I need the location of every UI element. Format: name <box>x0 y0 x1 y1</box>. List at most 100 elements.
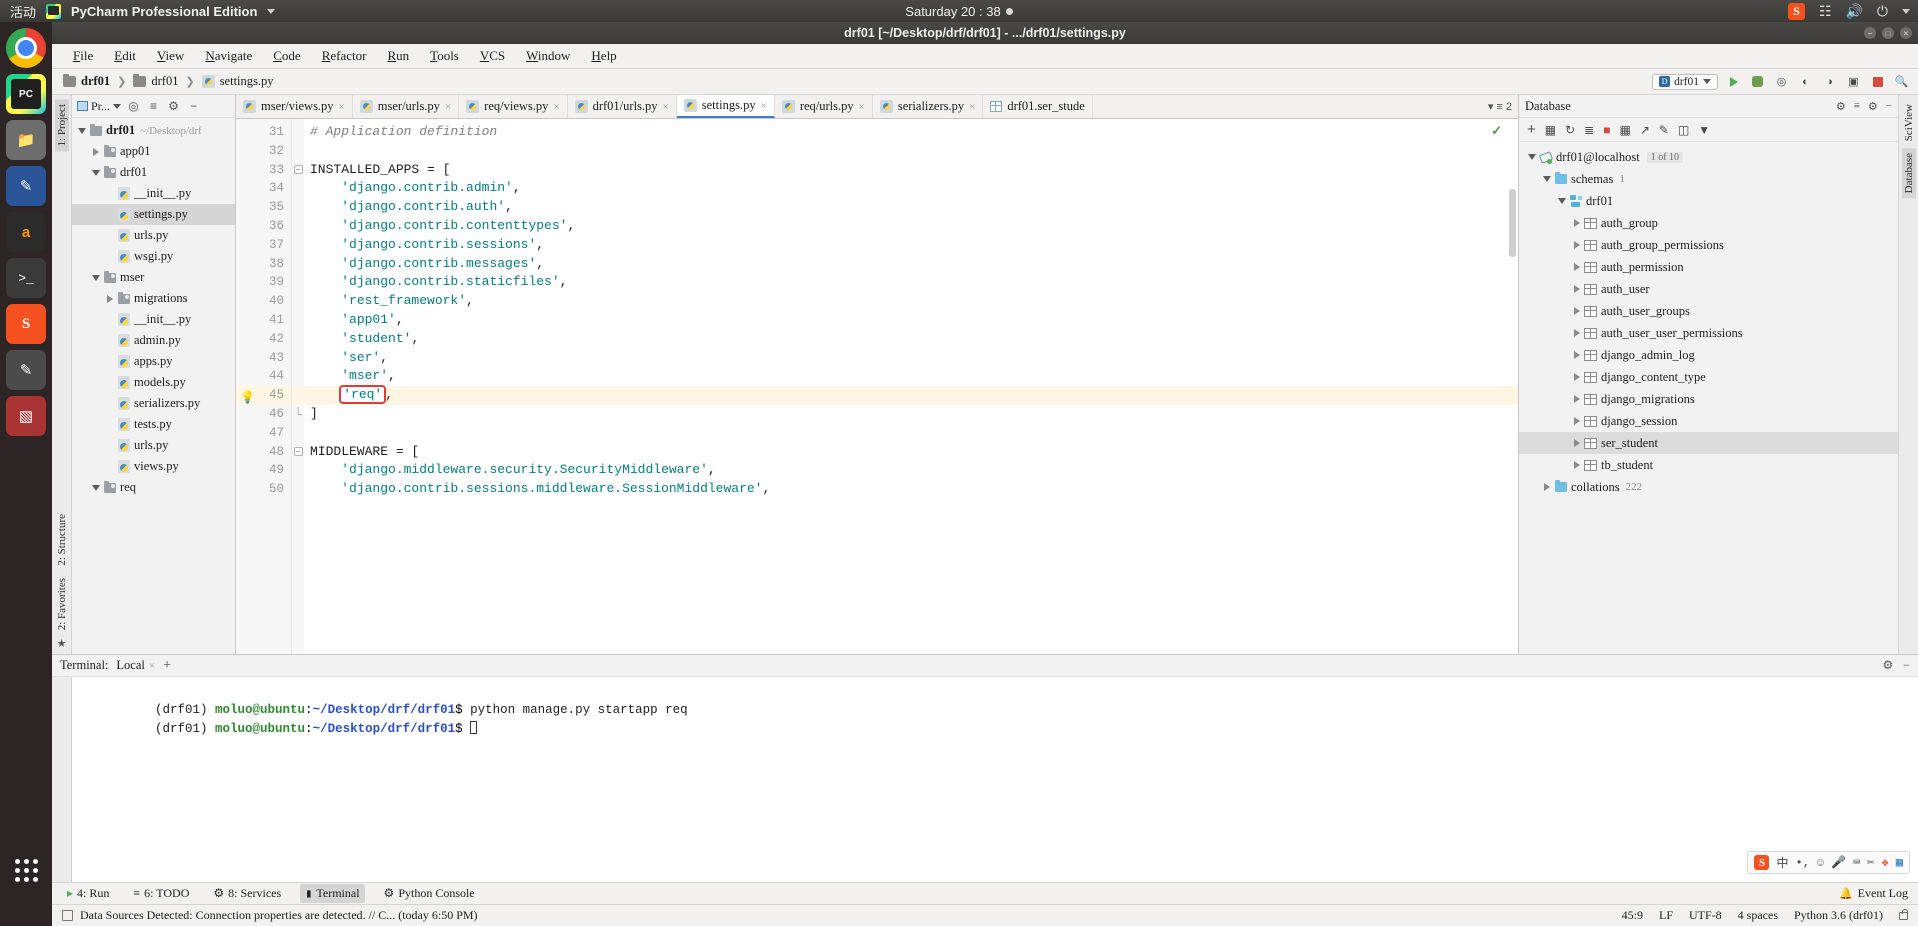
chevron-down-icon[interactable] <box>1902 8 1910 14</box>
database-tree-item[interactable]: ser_student <box>1519 432 1898 454</box>
database-tree-item[interactable]: schemas 1 <box>1519 168 1898 190</box>
code-line[interactable]: 'django.middleware.security.SecurityMidd… <box>304 461 1518 480</box>
database-tree-item[interactable]: drf01 <box>1519 190 1898 212</box>
breadcrumb-file[interactable]: settings.py <box>199 73 277 90</box>
collapse-all-icon[interactable]: ≡ <box>146 99 161 113</box>
dock-item-gimp[interactable]: ✎ <box>6 350 46 390</box>
database-tree-item[interactable]: django_content_type <box>1519 366 1898 388</box>
minimize-button[interactable]: − <box>1864 27 1876 39</box>
code-line[interactable]: 'rest_framework', <box>304 292 1518 311</box>
terminal-output[interactable]: (drf01) moluo@ubuntu:~/Desktop/drf/drf01… <box>72 677 1918 882</box>
project-tree-item[interactable]: wsgi.py <box>72 246 235 267</box>
project-tree-item[interactable]: views.py <box>72 456 235 477</box>
chevron-right-icon[interactable] <box>1570 241 1583 249</box>
chevron-down-icon[interactable] <box>1555 198 1568 204</box>
event-log-button[interactable]: 🔔 Event Log <box>1839 886 1908 901</box>
caret-position[interactable]: 45:9 <box>1622 908 1643 923</box>
chevron-right-icon[interactable] <box>1570 351 1583 359</box>
collapse-all-icon[interactable]: ≡ <box>1854 100 1860 112</box>
indent-setting[interactable]: 4 spaces <box>1738 908 1778 923</box>
volume-icon[interactable]: 🔊 <box>1845 4 1862 18</box>
editor-tab[interactable]: drf01/urls.py × <box>568 95 677 118</box>
fold-toggle[interactable]: − <box>292 443 304 462</box>
close-icon[interactable]: × <box>339 101 345 113</box>
dock-item-terminal[interactable]: >_ <box>6 258 46 298</box>
project-tree-item[interactable]: models.py <box>72 372 235 393</box>
database-tree-item[interactable]: auth_group_permissions <box>1519 234 1898 256</box>
chevron-down-icon[interactable] <box>1540 176 1553 182</box>
menu-refactor[interactable]: Refactor <box>313 45 376 67</box>
breadcrumb-module[interactable]: drf01 <box>130 73 181 90</box>
code-line[interactable]: 'django.contrib.messages', <box>304 255 1518 274</box>
filter-icon[interactable]: ▼ <box>1698 123 1710 137</box>
editor-tab[interactable]: req/views.py × <box>459 95 568 118</box>
ime-menu-icon[interactable]: ▦ <box>1896 855 1903 870</box>
stop-button[interactable] <box>1869 73 1886 90</box>
project-tree-item[interactable]: urls.py <box>72 435 235 456</box>
close-icon[interactable]: × <box>445 101 451 113</box>
chevron-down-icon[interactable] <box>1525 154 1538 160</box>
editor-tab[interactable]: mser/urls.py × <box>353 95 460 118</box>
code-line[interactable]: 'student', <box>304 330 1518 349</box>
close-icon[interactable]: × <box>761 100 767 112</box>
project-tree-item[interactable]: __init__.py <box>72 183 235 204</box>
project-tree-item[interactable]: migrations <box>72 288 235 309</box>
project-tree-item[interactable]: serializers.py <box>72 393 235 414</box>
editor-tab-overflow[interactable]: ▾ ≡ 2 <box>1482 95 1518 118</box>
gear-icon[interactable]: ⚙ <box>1868 100 1878 113</box>
target-icon[interactable]: ◎ <box>126 99 141 113</box>
dock-item-amazon[interactable]: a <box>6 212 46 252</box>
sync-icon[interactable]: ≣ <box>1584 123 1594 137</box>
database-tree-item[interactable]: django_migrations <box>1519 388 1898 410</box>
project-tree-item[interactable]: mser <box>72 267 235 288</box>
new-terminal-button[interactable]: + <box>163 658 171 674</box>
search-button[interactable]: 🔍 <box>1893 73 1910 90</box>
editor-tab[interactable]: serializers.py × <box>873 95 984 118</box>
ime-emoji-icon[interactable]: ☺ <box>1817 856 1824 870</box>
close-icon[interactable]: × <box>553 101 559 113</box>
gear-icon[interactable]: ⚙ <box>1882 658 1893 673</box>
editor-tab[interactable]: drf01.ser_stude <box>983 95 1093 118</box>
bottom-item-run[interactable]: ▸ 4: Run <box>62 884 114 903</box>
editor-scrollbar[interactable] <box>1506 119 1518 654</box>
run-button[interactable] <box>1725 73 1742 90</box>
editor-tab[interactable]: settings.py × <box>676 95 775 118</box>
chevron-right-icon[interactable] <box>1570 219 1583 227</box>
minimize-icon[interactable]: − <box>1903 658 1910 673</box>
power-icon[interactable]: ⏻ <box>1877 4 1888 18</box>
table-icon[interactable]: ▦ <box>1619 123 1630 137</box>
ime-voice-icon[interactable]: 🎤 <box>1831 855 1846 870</box>
ime-floating-toolbar[interactable]: S 中 •, ☺ 🎤 ⌨ ✂ ❖ ▦ <box>1747 851 1910 874</box>
maximize-button[interactable]: □ <box>1882 27 1894 39</box>
editor-fold-column[interactable]: − └ − <box>292 119 304 654</box>
chevron-right-icon[interactable] <box>1570 373 1583 381</box>
code-line[interactable]: 'django.contrib.staticfiles', <box>304 273 1518 292</box>
menu-navigate[interactable]: Navigate <box>196 45 261 67</box>
menu-help[interactable]: Help <box>582 45 625 67</box>
ime-punctuation-icon[interactable]: •, <box>1796 856 1810 870</box>
edit-icon[interactable]: ✎ <box>1659 123 1669 137</box>
chevron-right-icon[interactable] <box>1570 417 1583 425</box>
file-encoding[interactable]: UTF-8 <box>1689 908 1722 923</box>
sidebar-item-database[interactable]: Database <box>1901 148 1916 199</box>
chevron-down-icon[interactable] <box>89 274 102 281</box>
minimize-icon[interactable]: − <box>186 99 201 113</box>
project-tree-item[interactable]: settings.py <box>72 204 235 225</box>
code-editor[interactable]: 31 32 33 34 35 36 37 38 39 40 41 42 43 44 💡 45 46 47 48 49 5… <box>236 119 1518 654</box>
editor-tab[interactable]: mser/views.py × <box>236 95 353 118</box>
code-line[interactable]: 'django.contrib.sessions', <box>304 236 1518 255</box>
settings-icon[interactable]: ⚙ <box>1836 100 1846 113</box>
project-tree-item[interactable]: app01 <box>72 141 235 162</box>
sidebar-item-structure[interactable]: 2: Structure <box>55 509 69 571</box>
ime-mode-chinese[interactable]: 中 <box>1776 854 1788 871</box>
dock-item-sogou[interactable]: S <box>6 304 46 344</box>
close-icon[interactable]: × <box>663 101 669 113</box>
breadcrumb-project[interactable]: drf01 <box>60 73 113 90</box>
code-line[interactable]: 'django.contrib.contenttypes', <box>304 217 1518 236</box>
sidebar-item-sciview[interactable]: SciView <box>1902 99 1916 146</box>
close-icon[interactable]: × <box>149 660 155 672</box>
editor-tab[interactable]: req/urls.py × <box>775 95 873 118</box>
database-tree-item[interactable]: django_session <box>1519 410 1898 432</box>
code-line[interactable]: 'django.contrib.auth', <box>304 198 1518 217</box>
code-line[interactable]: 'django.contrib.admin', <box>304 179 1518 198</box>
